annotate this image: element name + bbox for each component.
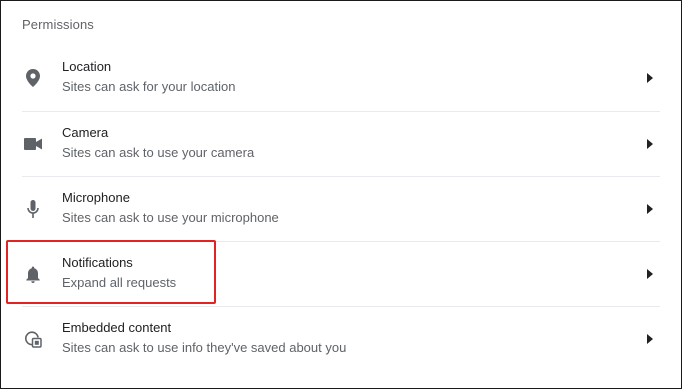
permission-label: Notifications [62, 255, 133, 270]
camera-icon [22, 133, 44, 155]
permission-description: Expand all requests [62, 275, 177, 290]
permission-description: Sites can ask to use info they've saved … [62, 340, 347, 355]
permission-label: Camera [62, 125, 109, 140]
microphone-icon [22, 198, 44, 220]
permission-row-location[interactable]: Location Sites can ask for your location [22, 46, 660, 111]
permission-row-embedded-content[interactable]: Embedded content Sites can ask to use in… [22, 306, 660, 371]
chevron-right-icon [644, 268, 656, 280]
embedded-content-icon [22, 328, 44, 350]
settings-panel: Permissions Location Sites can ask for y… [0, 0, 682, 389]
permission-label: Location [62, 59, 112, 74]
permission-label: Microphone [62, 190, 130, 205]
chevron-right-icon [644, 203, 656, 215]
permission-row-camera[interactable]: Camera Sites can ask to use your camera [22, 111, 660, 176]
permission-row-microphone[interactable]: Microphone Sites can ask to use your mic… [22, 176, 660, 241]
permission-row-notifications[interactable]: Notifications Expand all requests [22, 241, 660, 306]
section-title: Permissions [22, 17, 94, 32]
permission-description: Sites can ask for your location [62, 79, 236, 94]
chevron-right-icon [644, 333, 656, 345]
permission-description: Sites can ask to use your camera [62, 145, 255, 160]
location-pin-icon [22, 67, 44, 89]
chevron-right-icon [644, 138, 656, 150]
permission-description: Sites can ask to use your microphone [62, 210, 279, 225]
permission-label: Embedded content [62, 320, 172, 335]
chevron-right-icon [644, 72, 656, 84]
bell-icon [22, 263, 44, 285]
permissions-list: Location Sites can ask for your location… [1, 46, 681, 371]
